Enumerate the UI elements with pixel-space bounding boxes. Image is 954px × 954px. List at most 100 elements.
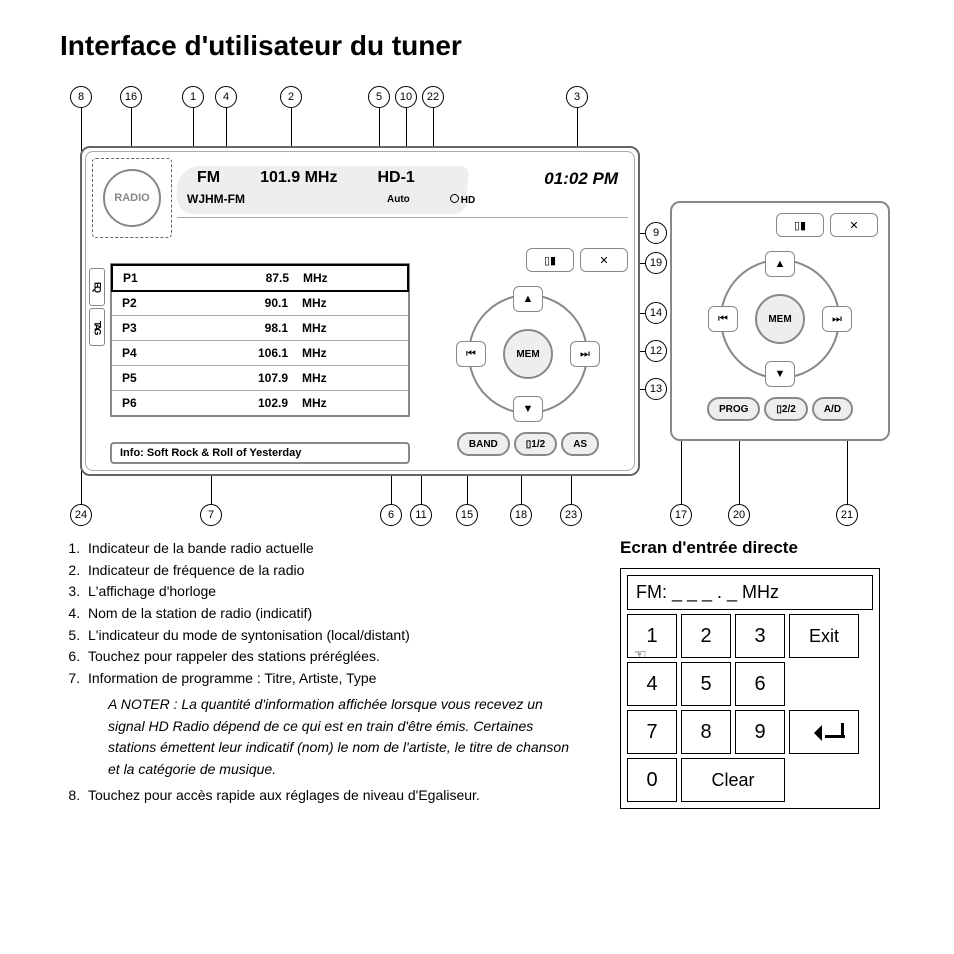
battery-icon[interactable]: ▯▮ bbox=[526, 248, 574, 272]
callout-17: 17 bbox=[670, 504, 692, 526]
callout-9: 9 bbox=[645, 222, 667, 244]
direct-entry-keypad: FM: _ _ _ . _ MHz 1☜ 2 3 Exit 4 5 6 7 8 … bbox=[620, 568, 880, 809]
band-button[interactable]: BAND bbox=[457, 432, 510, 456]
page-button-2[interactable]: ▯2/2 bbox=[764, 397, 807, 421]
prev-button[interactable]: ⏮ bbox=[708, 306, 738, 332]
legend-item: L'indicateur du mode de syntonisation (l… bbox=[84, 625, 580, 647]
preset-freq: 102.9 bbox=[182, 396, 302, 410]
tune-mode: Auto bbox=[387, 194, 410, 205]
preset-unit: MHz bbox=[302, 371, 362, 385]
key-clear[interactable]: Clear bbox=[681, 758, 785, 802]
preset-row[interactable]: P6 102.9 MHz bbox=[112, 391, 408, 415]
key-0[interactable]: 0 bbox=[627, 758, 677, 802]
preset-label: P6 bbox=[122, 396, 182, 410]
dpad-2: ▲ ▼ ⏮ ⏭ MEM bbox=[700, 249, 860, 389]
prev-button[interactable]: ⏮ bbox=[456, 341, 486, 367]
key-enter[interactable] bbox=[789, 710, 859, 754]
preset-freq: 106.1 bbox=[182, 346, 302, 360]
hd-icon bbox=[450, 194, 459, 203]
station-name: WJHM-FM bbox=[187, 192, 357, 206]
preset-label: P4 bbox=[122, 346, 182, 360]
mem-button[interactable]: MEM bbox=[755, 294, 805, 344]
preset-unit: MHz bbox=[302, 346, 362, 360]
seek-up-button[interactable]: ▲ bbox=[513, 286, 543, 312]
preset-freq: 90.1 bbox=[182, 296, 302, 310]
preset-freq: 98.1 bbox=[182, 321, 302, 335]
tag-tab[interactable]: TAG bbox=[89, 308, 105, 346]
callout-15: 15 bbox=[456, 504, 478, 526]
clock-display: 01:02 PM bbox=[544, 169, 618, 189]
preset-list: P1 87.5 MHz P2 90.1 MHz P3 98.1 MHz P4 1… bbox=[110, 263, 410, 417]
callout-10: 10 bbox=[395, 86, 417, 108]
tools-icon[interactable]: ✕ bbox=[580, 248, 628, 272]
eq-tab[interactable]: EQ bbox=[89, 268, 105, 306]
page-label-2: 2/2 bbox=[782, 404, 796, 415]
key-exit[interactable]: Exit bbox=[789, 614, 859, 658]
preset-row[interactable]: P4 106.1 MHz bbox=[112, 341, 408, 366]
callout-13: 13 bbox=[645, 378, 667, 400]
key-6[interactable]: 6 bbox=[735, 662, 785, 706]
preset-row[interactable]: P2 90.1 MHz bbox=[112, 291, 408, 316]
key-5[interactable]: 5 bbox=[681, 662, 731, 706]
dpad: ▲ ▼ ⏮ ⏭ MEM bbox=[448, 284, 608, 424]
page-label: 1/2 bbox=[531, 439, 545, 450]
hand-icon: ☜ bbox=[634, 646, 647, 663]
key-4[interactable]: 4 bbox=[627, 662, 677, 706]
key-3[interactable]: 3 bbox=[735, 614, 785, 658]
legend-item: Indicateur de la bande radio actuelle bbox=[84, 538, 580, 560]
preset-label: P1 bbox=[123, 271, 183, 285]
seek-up-button[interactable]: ▲ bbox=[765, 251, 795, 277]
page-button[interactable]: ▯1/2 bbox=[514, 432, 557, 456]
callout-22: 22 bbox=[422, 86, 444, 108]
key-label: 1 bbox=[646, 625, 657, 648]
radio-label: RADIO bbox=[103, 169, 161, 227]
tag-label: TAG bbox=[93, 321, 102, 333]
callout-14: 14 bbox=[645, 302, 667, 324]
callout-8: 8 bbox=[70, 86, 92, 108]
radio-knob-region[interactable]: RADIO bbox=[92, 158, 172, 238]
secondary-panel: ▯▮ ✕ ▲ ▼ ⏮ ⏭ MEM PROG ▯2/2 A/D bbox=[670, 201, 890, 441]
control-panel: ▯▮ ✕ ▲ ▼ ⏮ ⏭ MEM BAND ▯1/2 AS bbox=[428, 248, 628, 468]
callout-6: 6 bbox=[380, 504, 402, 526]
callout-21: 21 bbox=[836, 504, 858, 526]
hd-indicator: HD-1 bbox=[377, 169, 414, 187]
preset-label: P3 bbox=[122, 321, 182, 335]
mem-button[interactable]: MEM bbox=[503, 329, 553, 379]
preset-row[interactable]: P5 107.9 MHz bbox=[112, 366, 408, 391]
prog-button[interactable]: PROG bbox=[707, 397, 760, 421]
page-title: Interface d'utilisateur du tuner bbox=[60, 30, 894, 62]
preset-row[interactable]: P3 98.1 MHz bbox=[112, 316, 408, 341]
ad-button[interactable]: A/D bbox=[812, 397, 853, 421]
key-8[interactable]: 8 bbox=[681, 710, 731, 754]
key-1[interactable]: 1☜ bbox=[627, 614, 677, 658]
key-9[interactable]: 9 bbox=[735, 710, 785, 754]
callout-7: 7 bbox=[200, 504, 222, 526]
key-7[interactable]: 7 bbox=[627, 710, 677, 754]
tools-icon[interactable]: ✕ bbox=[830, 213, 878, 237]
callout-3: 3 bbox=[566, 86, 588, 108]
preset-unit: MHz bbox=[302, 321, 362, 335]
key-2[interactable]: 2 bbox=[681, 614, 731, 658]
battery-icon[interactable]: ▯▮ bbox=[776, 213, 824, 237]
seek-down-button[interactable]: ▼ bbox=[765, 361, 795, 387]
legend-list: Indicateur de la bande radio actuelle In… bbox=[60, 538, 580, 809]
keypad-title: Ecran d'entrée directe bbox=[620, 538, 880, 558]
band-indicator: FM bbox=[197, 169, 220, 187]
next-button[interactable]: ⏭ bbox=[570, 341, 600, 367]
as-button[interactable]: AS bbox=[561, 432, 599, 456]
keypad-display: FM: _ _ _ . _ MHz bbox=[627, 575, 873, 610]
preset-row[interactable]: P1 87.5 MHz bbox=[111, 264, 409, 292]
callout-4: 4 bbox=[215, 86, 237, 108]
next-button[interactable]: ⏭ bbox=[822, 306, 852, 332]
legend-item: Nom de la station de radio (indicatif) bbox=[84, 603, 580, 625]
seek-down-button[interactable]: ▼ bbox=[513, 396, 543, 422]
radio-main-frame: RADIO FM 101.9 MHz HD-1 WJHM-FM Auto HD … bbox=[80, 146, 640, 476]
callout-20: 20 bbox=[728, 504, 750, 526]
callout-24: 24 bbox=[70, 504, 92, 526]
callout-19: 19 bbox=[645, 252, 667, 274]
callout-12: 12 bbox=[645, 340, 667, 362]
legend-item: Information de programme : Titre, Artist… bbox=[84, 668, 580, 690]
top-info: FM 101.9 MHz HD-1 WJHM-FM Auto HD 01:02 … bbox=[177, 166, 628, 218]
preset-label: P5 bbox=[122, 371, 182, 385]
preset-unit: MHz bbox=[302, 396, 362, 410]
